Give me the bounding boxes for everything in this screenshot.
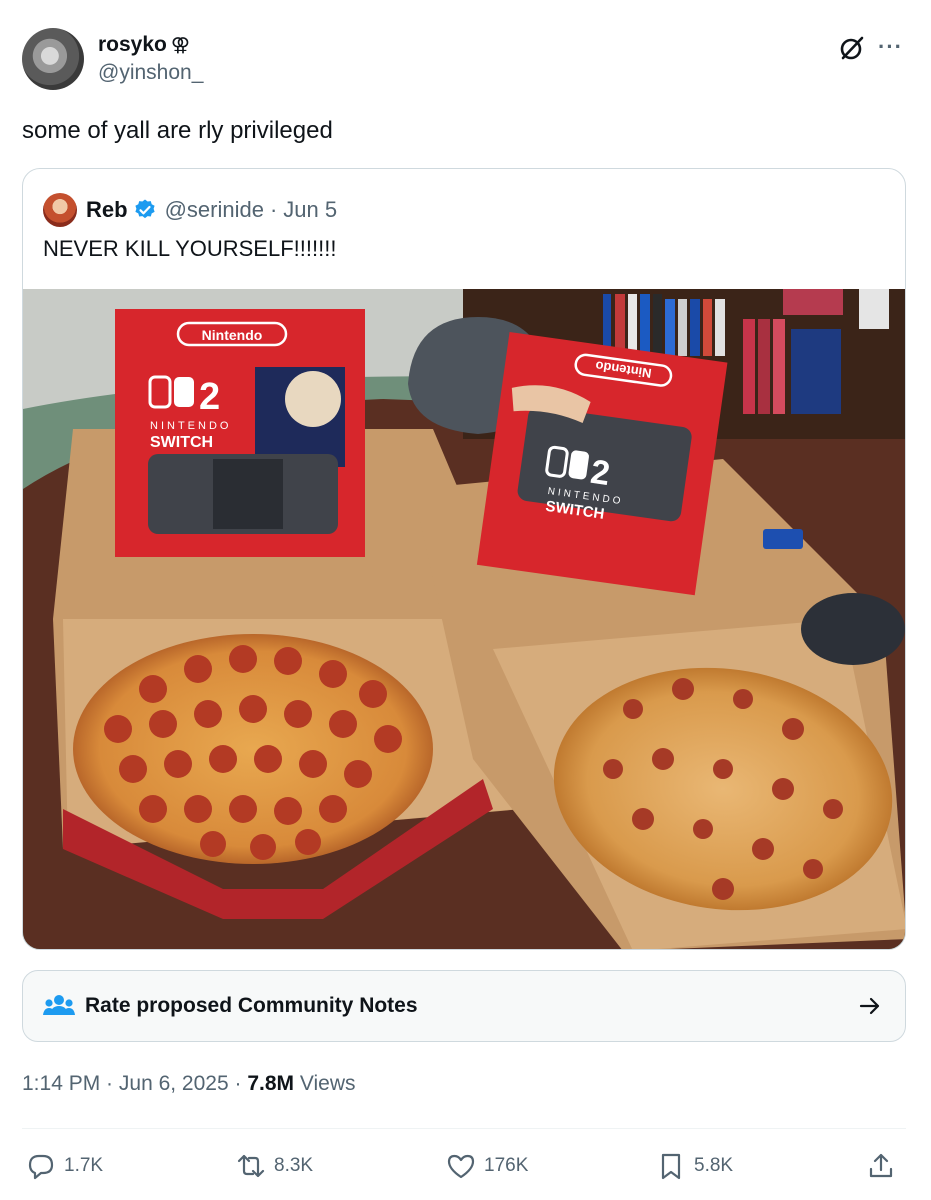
quoted-photo[interactable]: Nintendo 2 NINTENDO SWITCH Nintendo 2 NI… bbox=[23, 289, 906, 950]
author-names: rosyko ⚢ @yinshon_ bbox=[98, 32, 203, 87]
tweet-text: some of yall are rly privileged bbox=[22, 117, 333, 144]
divider bbox=[22, 1128, 906, 1129]
reply-count: 1.7K bbox=[64, 1155, 104, 1176]
switch-box-left: Nintendo 2 NINTENDO SWITCH bbox=[115, 309, 365, 557]
tweet-date[interactable]: Jun 6, 2025 bbox=[119, 1072, 229, 1095]
quoted-author-name: Reb bbox=[86, 197, 128, 222]
share-button[interactable] bbox=[866, 1148, 904, 1184]
heart-icon bbox=[447, 1154, 475, 1179]
author-avatar[interactable] bbox=[22, 28, 84, 90]
author-display-name[interactable]: rosyko ⚢ bbox=[98, 32, 203, 59]
action-bar: 1.7K 8.3K 176K 5.8K bbox=[22, 1148, 906, 1184]
box-left-model: 2 bbox=[199, 376, 220, 418]
reply-button[interactable]: 1.7K bbox=[26, 1148, 103, 1184]
like-button[interactable]: 176K bbox=[446, 1148, 528, 1184]
share-icon bbox=[869, 1153, 893, 1178]
views-count: 7.8M bbox=[247, 1072, 295, 1095]
quoted-date: Jun 5 bbox=[283, 197, 338, 222]
box-left-brand-top: NINTENDO bbox=[150, 420, 231, 432]
meta-separator-2: · bbox=[228, 1072, 248, 1095]
reply-icon bbox=[28, 1154, 54, 1180]
quoted-author-avatar bbox=[43, 193, 77, 227]
quoted-tweet-header: Reb @serinide · Jun 5 bbox=[43, 193, 337, 227]
repost-icon bbox=[237, 1154, 265, 1178]
community-notes-banner[interactable]: Rate proposed Community Notes bbox=[22, 970, 906, 1042]
quoted-tweet[interactable]: Reb @serinide · Jun 5 NEVER KILL YOURSEL… bbox=[22, 168, 906, 950]
box-left-logo: Nintendo bbox=[202, 327, 263, 343]
grok-icon[interactable] bbox=[838, 34, 866, 62]
repost-button[interactable]: 8.3K bbox=[236, 1148, 313, 1184]
bookmark-count: 5.8K bbox=[694, 1155, 734, 1176]
bookmark-icon bbox=[661, 1153, 681, 1180]
quoted-tweet-text: NEVER KILL YOURSELF!!!!!!! bbox=[43, 236, 337, 261]
tweet-meta: 1:14 PM · Jun 6, 2025 · 7.8M Views bbox=[22, 1070, 356, 1098]
more-options-icon[interactable]: ··· bbox=[878, 34, 903, 60]
switch-box-right: Nintendo 2 NINTENDO SWITCH bbox=[476, 331, 728, 596]
meta-separator-1: · bbox=[100, 1072, 119, 1095]
community-notes-label: Rate proposed Community Notes bbox=[85, 994, 418, 1017]
tweet-time[interactable]: 1:14 PM bbox=[22, 1072, 100, 1095]
author-badge-glyph: ⚢ bbox=[170, 35, 190, 56]
community-people-icon bbox=[43, 995, 75, 1015]
quoted-author-handle: @serinide bbox=[164, 197, 264, 222]
author-name-text[interactable]: rosyko bbox=[98, 33, 167, 56]
controller-shape bbox=[801, 593, 905, 665]
views-label: Views bbox=[294, 1072, 356, 1095]
verified-badge-icon bbox=[134, 199, 155, 219]
author-handle[interactable]: @yinshon_ bbox=[98, 59, 203, 87]
bookmark-button[interactable]: 5.8K bbox=[656, 1148, 733, 1184]
box-left-brand-bottom: SWITCH bbox=[150, 434, 213, 451]
arrow-right-icon[interactable] bbox=[857, 993, 883, 1019]
quoted-separator: · bbox=[269, 197, 278, 222]
tweet-header: rosyko ⚢ @yinshon_ ··· bbox=[22, 28, 909, 92]
repost-count: 8.3K bbox=[274, 1155, 314, 1176]
like-count: 176K bbox=[484, 1155, 529, 1176]
